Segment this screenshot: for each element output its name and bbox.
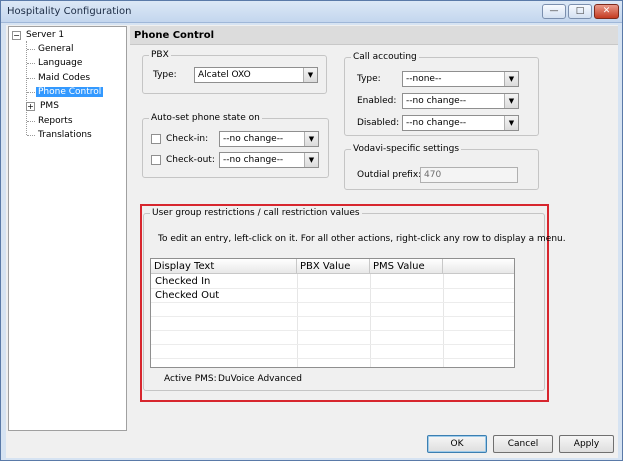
ca-disabled-select[interactable]: --no change-- ▼ [402, 115, 519, 131]
chevron-down-icon: ▼ [304, 132, 318, 146]
ca-disabled-label: Disabled: [357, 118, 400, 128]
restrictions-instructions: To edit an entry, left-click on it. For … [158, 234, 566, 244]
pbx-group: PBX Type: Alcatel OXO ▼ [142, 50, 327, 94]
table-cell-pbx[interactable] [301, 275, 369, 288]
outdial-prefix-input[interactable]: 470 [420, 167, 518, 183]
minimize-button[interactable]: — [542, 4, 566, 19]
title-bar: Hospitality Configuration — □ ✕ [1, 1, 622, 23]
checkout-select[interactable]: --no change-- ▼ [219, 152, 319, 168]
table-row[interactable]: Checked Out [155, 289, 295, 302]
collapse-icon[interactable]: − [12, 31, 21, 40]
ca-type-select[interactable]: --none-- ▼ [402, 71, 519, 87]
expand-icon[interactable]: + [26, 102, 35, 111]
outdial-prefix-label: Outdial prefix: [357, 170, 422, 180]
active-pms-label: Active PMS: [164, 374, 217, 384]
page-title: Phone Control [130, 26, 618, 45]
table-cell-pbx[interactable] [301, 289, 369, 302]
table-cell-pms[interactable] [374, 289, 442, 302]
pbx-legend: PBX [149, 50, 171, 60]
close-button[interactable]: ✕ [594, 4, 619, 19]
tree-item-language[interactable]: Language [36, 56, 84, 70]
cancel-button[interactable]: Cancel [493, 435, 553, 453]
checkin-checkbox[interactable] [151, 134, 161, 144]
tree-item-pms[interactable]: + PMS [26, 99, 61, 113]
checkin-select[interactable]: --no change-- ▼ [219, 131, 319, 147]
client-area: − Server 1 General Language Maid Codes Ph… [6, 25, 618, 458]
tree-item-general[interactable]: General [36, 42, 75, 56]
checkin-label: Check-in: [166, 134, 209, 144]
window-title: Hospitality Configuration [7, 6, 132, 17]
table-row[interactable]: Checked In [155, 275, 295, 288]
chevron-down-icon: ▼ [504, 116, 518, 130]
ca-enabled-select[interactable]: --no change-- ▼ [402, 93, 519, 109]
chevron-down-icon: ▼ [303, 68, 317, 82]
maximize-button[interactable]: □ [568, 4, 592, 19]
app-window: Hospitality Configuration — □ ✕ − Server … [0, 0, 623, 461]
tree-item-translations[interactable]: Translations [36, 128, 94, 142]
navigation-tree[interactable]: − Server 1 General Language Maid Codes Ph… [8, 26, 127, 431]
checkout-label: Check-out: [166, 155, 215, 165]
auto-set-group: Auto-set phone state on Check-in: --no c… [142, 113, 329, 178]
ok-button[interactable]: OK [427, 435, 487, 453]
call-accounting-legend: Call accouting [351, 52, 419, 62]
chevron-down-icon: ▼ [504, 94, 518, 108]
restrictions-legend: User group restrictions / call restricti… [150, 208, 362, 218]
call-accounting-group: Call accouting Type: --none-- ▼ Enabled: … [344, 52, 539, 136]
phone-control-panel: Phone Control PBX Type: Alcatel OXO ▼ Aut… [130, 26, 618, 431]
vodavi-group: Vodavi-specific settings Outdial prefix:… [344, 144, 539, 190]
pbx-type-select[interactable]: Alcatel OXO ▼ [194, 67, 318, 83]
tree-item-phone-control[interactable]: Phone Control [36, 85, 104, 99]
tree-item-reports[interactable]: Reports [36, 114, 75, 128]
table-header: Display Text PBX Value PMS Value [151, 259, 514, 274]
tree-item-server-1[interactable]: − Server 1 [12, 28, 66, 42]
apply-button[interactable]: Apply [559, 435, 614, 453]
column-pms-value[interactable]: PMS Value [370, 259, 443, 274]
restrictions-table[interactable]: Display Text PBX Value PMS Value Checked… [150, 258, 515, 368]
auto-set-legend: Auto-set phone state on [149, 113, 262, 123]
ca-type-label: Type: [357, 74, 381, 84]
checkout-checkbox[interactable] [151, 155, 161, 165]
vodavi-legend: Vodavi-specific settings [351, 144, 462, 154]
active-pms-value: DuVoice Advanced [218, 374, 302, 384]
chevron-down-icon: ▼ [304, 153, 318, 167]
tree-item-maid-codes[interactable]: Maid Codes [36, 71, 92, 85]
column-pbx-value[interactable]: PBX Value [297, 259, 370, 274]
pbx-type-label: Type: [153, 70, 177, 80]
chevron-down-icon: ▼ [504, 72, 518, 86]
tree-item-label: Server 1 [26, 30, 65, 40]
table-cell-pms[interactable] [374, 275, 442, 288]
ca-enabled-label: Enabled: [357, 96, 397, 106]
column-display-text[interactable]: Display Text [151, 259, 297, 274]
